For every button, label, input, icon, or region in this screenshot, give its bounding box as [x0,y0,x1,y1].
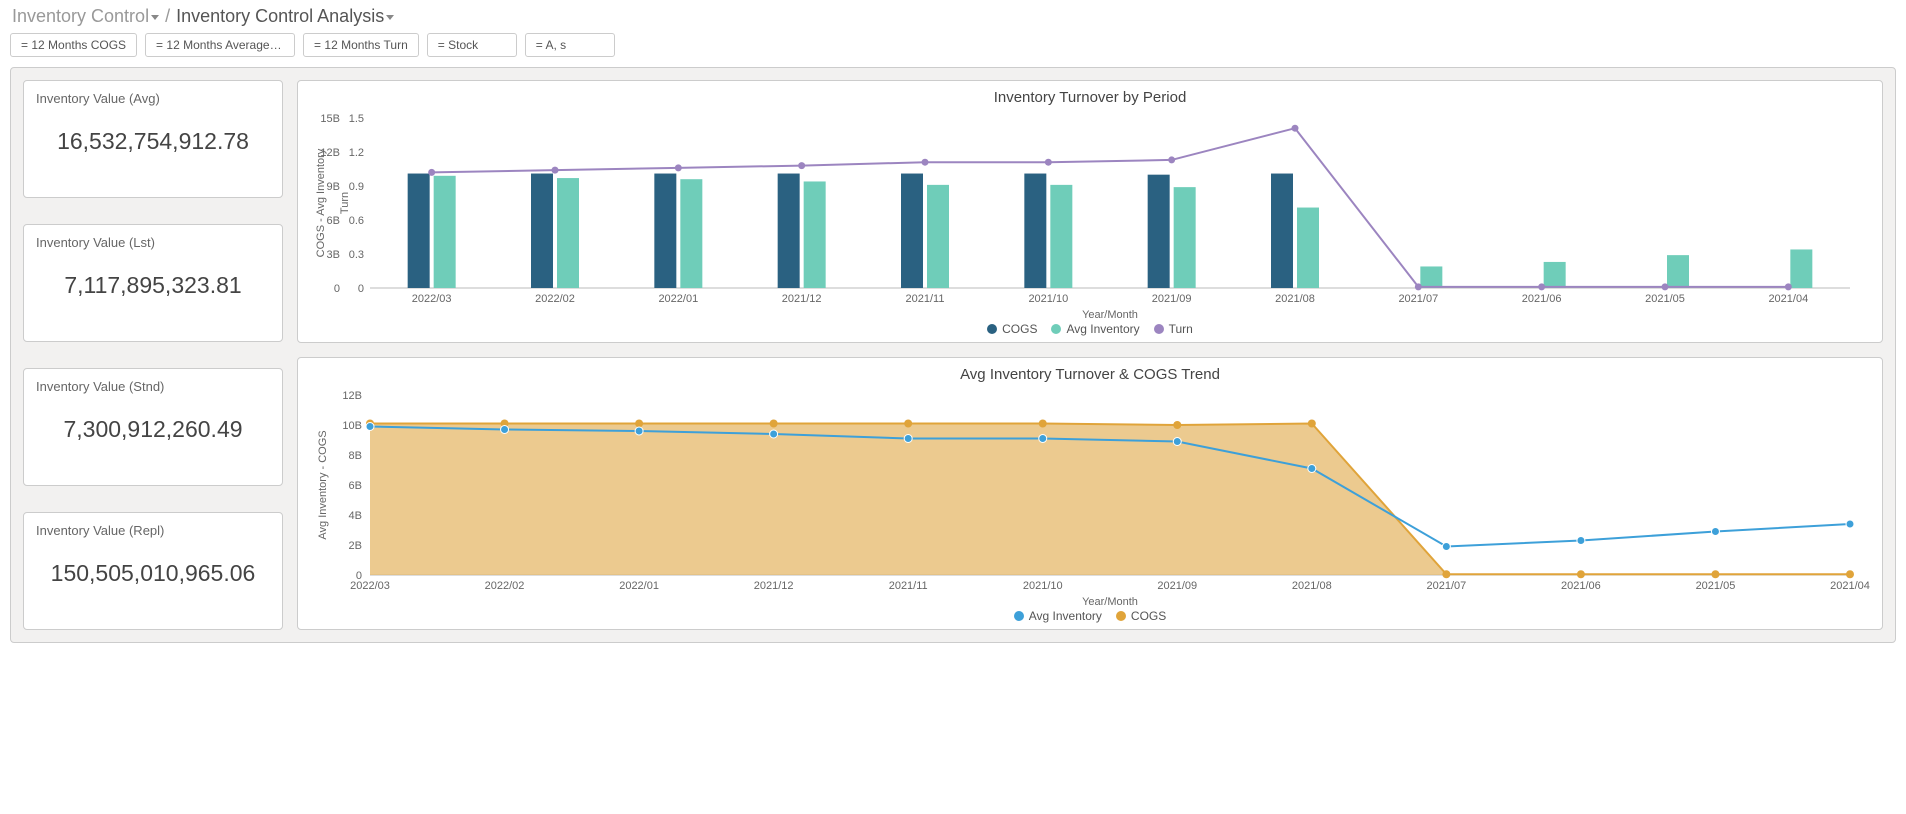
filter-a-s[interactable]: = A, s [525,33,615,57]
chart-title: Inventory Turnover by Period [310,89,1870,106]
svg-text:2021/05: 2021/05 [1645,293,1685,305]
breadcrumb-separator: / [165,6,170,27]
svg-text:2021/10: 2021/10 [1023,580,1063,592]
chart-turnover-cogs-trend: Avg Inventory Turnover & COGS Trend 02B4… [297,357,1883,630]
svg-text:2021/11: 2021/11 [906,293,945,305]
kpi-inventory-repl: Inventory Value (Repl) 150,505,010,965.0… [23,512,283,630]
svg-text:2022/02: 2022/02 [485,580,525,592]
breadcrumb-part2[interactable]: Inventory Control Analysis [176,6,394,27]
kpi-value: 16,532,754,912.78 [36,128,270,155]
svg-text:COGS - Avg Inventory: COGS - Avg Inventory [315,148,327,257]
kpi-inventory-avg: Inventory Value (Avg) 16,532,754,912.78 [23,80,283,198]
svg-text:4B: 4B [349,510,362,522]
svg-text:6B: 6B [327,215,340,227]
filter-avg-inventory[interactable]: = 12 Months Average I... [145,33,295,57]
svg-text:8B: 8B [349,450,362,462]
breadcrumb-part1[interactable]: Inventory Control [12,6,159,27]
svg-text:12B: 12B [342,390,362,402]
legend-avg-inventory[interactable]: Avg Inventory [1014,609,1102,623]
legend-cogs[interactable]: COGS [987,322,1037,336]
svg-text:2021/08: 2021/08 [1275,293,1315,305]
kpi-value: 7,117,895,323.81 [36,272,270,299]
svg-text:Avg Inventory - COGS: Avg Inventory - COGS [317,430,329,539]
svg-text:Year/Month: Year/Month [1082,596,1138,607]
svg-text:9B: 9B [327,181,340,193]
chart1-legend: COGS Avg Inventory Turn [310,322,1870,336]
dashboard: Inventory Value (Avg) 16,532,754,912.78 … [10,67,1896,643]
svg-text:2022/01: 2022/01 [619,580,659,592]
svg-text:2021/12: 2021/12 [782,293,822,305]
svg-text:2021/11: 2021/11 [889,580,928,592]
svg-text:10B: 10B [342,420,362,432]
svg-text:2021/06: 2021/06 [1522,293,1562,305]
kpi-inventory-stnd: Inventory Value (Stnd) 7,300,912,260.49 [23,368,283,486]
svg-text:2021/06: 2021/06 [1561,580,1601,592]
filter-turn[interactable]: = 12 Months Turn [303,33,419,57]
chart1-svg[interactable]: 03B6B9B12B15B00.30.60.91.21.5COGS - Avg … [310,110,1870,320]
svg-text:2021/09: 2021/09 [1157,580,1197,592]
filter-stock[interactable]: = Stock [427,33,517,57]
svg-text:2021/09: 2021/09 [1152,293,1192,305]
kpi-label: Inventory Value (Repl) [36,523,270,538]
kpi-value: 7,300,912,260.49 [36,416,270,443]
chevron-down-icon [151,15,159,20]
chevron-down-icon [386,15,394,20]
svg-text:1.5: 1.5 [349,113,364,125]
legend-avg-inventory[interactable]: Avg Inventory [1051,322,1139,336]
filters-row: = 12 Months COGS = 12 Months Average I..… [0,29,1906,67]
svg-text:2021/10: 2021/10 [1028,293,1068,305]
chart-title: Avg Inventory Turnover & COGS Trend [310,366,1870,383]
legend-turn[interactable]: Turn [1154,322,1193,336]
svg-text:15B: 15B [320,113,340,125]
kpi-column: Inventory Value (Avg) 16,532,754,912.78 … [23,80,283,630]
svg-text:2022/03: 2022/03 [412,293,452,305]
chart-turnover-by-period: Inventory Turnover by Period 03B6B9B12B1… [297,80,1883,343]
svg-text:Turn: Turn [339,192,351,214]
kpi-label: Inventory Value (Stnd) [36,379,270,394]
svg-text:1.2: 1.2 [349,147,364,159]
breadcrumb: Inventory Control / Inventory Control An… [0,0,1906,29]
svg-text:2021/04: 2021/04 [1830,580,1870,592]
chart2-legend: Avg Inventory COGS [310,609,1870,623]
svg-text:2021/05: 2021/05 [1696,580,1736,592]
svg-text:Year/Month: Year/Month [1082,309,1138,320]
svg-text:2B: 2B [349,540,362,552]
kpi-value: 150,505,010,965.06 [36,560,270,587]
svg-text:6B: 6B [349,480,362,492]
charts-column: Inventory Turnover by Period 0 3B 6B 9B 12B 1… [297,80,1883,630]
svg-text:2021/07: 2021/07 [1426,580,1466,592]
chart2-svg[interactable]: 02B4B6B8B10B12BAvg Inventory - COGSYear/… [310,387,1870,607]
legend-cogs[interactable]: COGS [1116,609,1166,623]
svg-text:0.3: 0.3 [349,249,364,261]
filter-cogs[interactable]: = 12 Months COGS [10,33,137,57]
kpi-label: Inventory Value (Avg) [36,91,270,106]
svg-text:0.9: 0.9 [349,181,364,193]
svg-text:3B: 3B [327,249,340,261]
kpi-inventory-lst: Inventory Value (Lst) 7,117,895,323.81 [23,224,283,342]
svg-text:0: 0 [334,283,340,295]
svg-text:2021/04: 2021/04 [1768,293,1808,305]
svg-text:2022/02: 2022/02 [535,293,575,305]
svg-text:2021/12: 2021/12 [754,580,794,592]
svg-text:2021/07: 2021/07 [1398,293,1438,305]
kpi-label: Inventory Value (Lst) [36,235,270,250]
svg-text:0: 0 [358,283,364,295]
svg-text:2022/03: 2022/03 [350,580,390,592]
svg-text:0.6: 0.6 [349,215,364,227]
svg-text:2022/01: 2022/01 [658,293,698,305]
svg-text:2021/08: 2021/08 [1292,580,1332,592]
